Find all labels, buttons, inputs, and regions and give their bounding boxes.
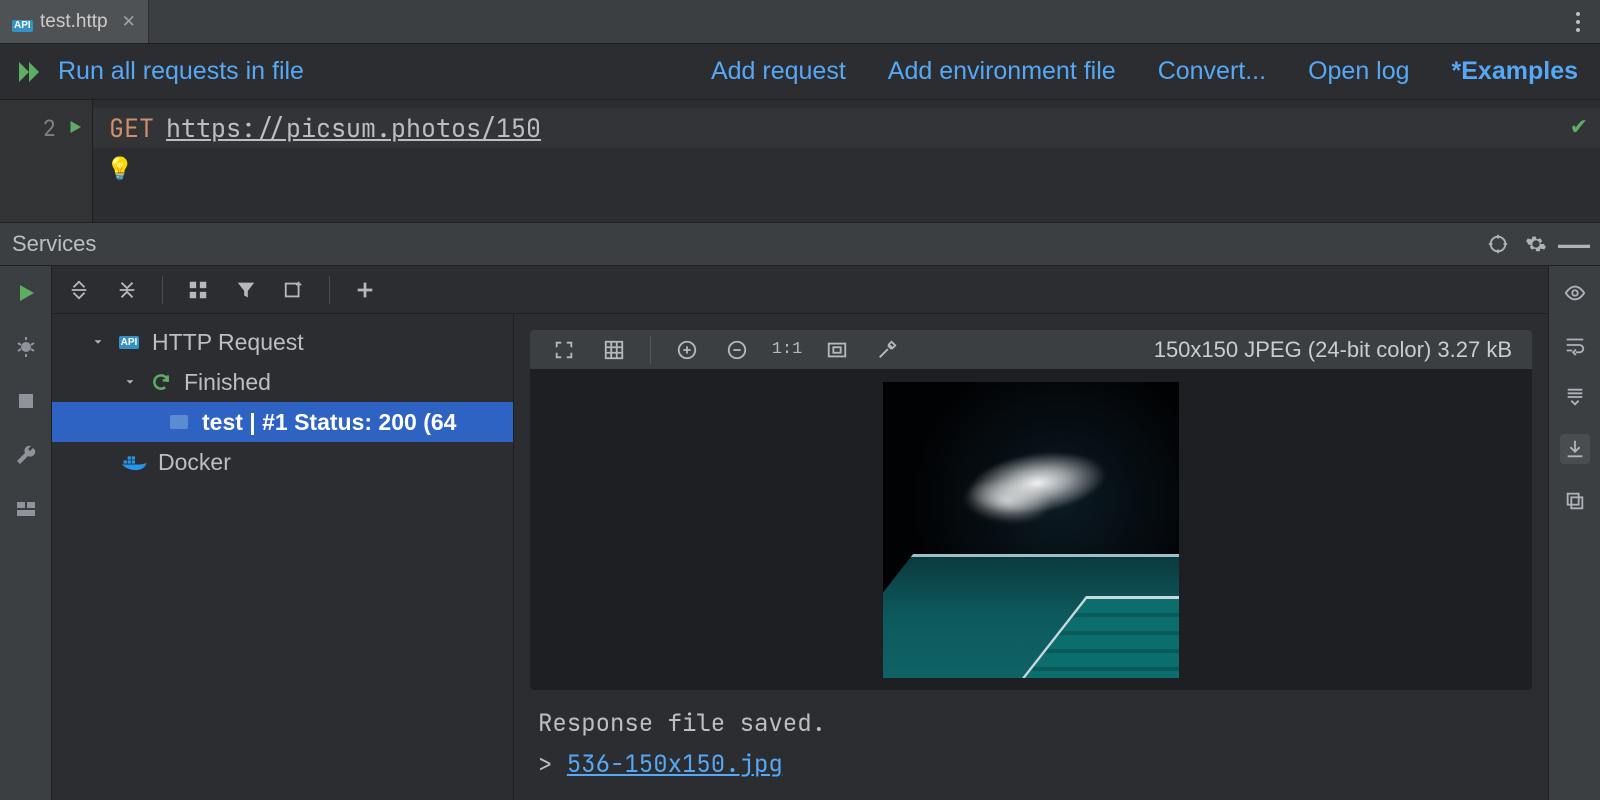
editor-gutter: 2 xyxy=(0,100,92,222)
collapse-all-icon[interactable] xyxy=(114,277,140,303)
zoom-in-icon[interactable] xyxy=(673,336,701,364)
console-line: Response file saved. xyxy=(538,704,1524,745)
toolbar-separator xyxy=(650,336,651,364)
editor-tab-test-http[interactable]: test.http ✕ xyxy=(0,0,149,43)
http-url: https://picsum.photos/150 xyxy=(166,111,541,145)
services-split: HTTP Request Finished test | #1 Status: xyxy=(52,314,1548,800)
examples-link[interactable]: *Examples xyxy=(1452,57,1578,86)
eye-icon[interactable] xyxy=(1560,278,1590,308)
run-line-icon[interactable] xyxy=(66,114,84,143)
expand-all-icon[interactable] xyxy=(66,277,92,303)
response-console[interactable]: Response file saved. > 536-150x150.jpg xyxy=(514,690,1548,800)
copy-icon[interactable] xyxy=(1560,486,1590,516)
tree-node-http-request[interactable]: HTTP Request xyxy=(52,322,513,362)
add-request-link[interactable]: Add request xyxy=(711,57,846,86)
console-line: > 536-150x150.jpg xyxy=(538,745,1524,786)
tree-label: Finished xyxy=(184,369,271,396)
add-env-file-link[interactable]: Add environment file xyxy=(888,57,1116,86)
chevron-down-icon xyxy=(90,335,106,349)
close-icon[interactable]: ✕ xyxy=(122,12,136,32)
refresh-icon xyxy=(148,371,174,393)
tree-label: test | #1 Status: 200 (64 xyxy=(202,409,456,436)
tree-label: HTTP Request xyxy=(152,329,304,356)
services-left-action-strip xyxy=(0,266,52,800)
open-new-tab-icon[interactable] xyxy=(281,277,307,303)
code-line-2: GET https://picsum.photos/150 xyxy=(93,108,1600,148)
tree-label: Docker xyxy=(158,449,231,476)
services-title-text: Services xyxy=(12,231,96,257)
tree-node-finished[interactable]: Finished xyxy=(52,362,513,402)
run-icon[interactable] xyxy=(11,278,41,308)
services-tree[interactable]: HTTP Request Finished test | #1 Status: xyxy=(52,314,514,800)
fullscreen-icon[interactable] xyxy=(550,336,578,364)
services-main: HTTP Request Finished test | #1 Status: xyxy=(52,266,1548,800)
http-method: GET xyxy=(109,111,154,145)
toolbar-separator xyxy=(162,276,163,304)
convert-link[interactable]: Convert... xyxy=(1158,57,1266,86)
console-prompt: > xyxy=(538,749,567,780)
response-file-link[interactable]: 536-150x150.jpg xyxy=(567,749,783,780)
zoom-out-icon[interactable] xyxy=(723,336,751,364)
services-content: 1:1 150x150 JPEG (24-bit color) 3.27 kB xyxy=(514,314,1548,800)
filter-icon[interactable] xyxy=(233,277,259,303)
toolbar-separator xyxy=(329,276,330,304)
image-viewer-canvas[interactable] xyxy=(530,370,1532,690)
chevron-down-icon xyxy=(122,375,138,389)
fit-to-window-icon[interactable] xyxy=(823,336,851,364)
actual-size-icon[interactable]: 1:1 xyxy=(773,336,801,364)
code-line-3: 💡 xyxy=(109,148,1584,188)
open-log-link[interactable]: Open log xyxy=(1308,57,1409,86)
editor-code-area[interactable]: GET https://picsum.photos/150 💡 ✔ xyxy=(92,100,1600,222)
editor-tabbar: test.http ✕ xyxy=(0,0,1600,44)
services-toolbar xyxy=(52,266,1548,314)
response-image xyxy=(883,382,1179,678)
services-toolwindow-title: Services — xyxy=(0,222,1600,266)
http-client-toolbar: Run all requests in file Add request Add… xyxy=(0,44,1600,100)
line-number: 2 xyxy=(43,114,56,143)
gutter-line-2: 2 xyxy=(43,108,92,148)
bug-icon[interactable] xyxy=(11,332,41,362)
layout-icon[interactable] xyxy=(11,494,41,524)
http-file-icon xyxy=(12,12,32,32)
tree-node-test-request[interactable]: test | #1 Status: 200 (64 xyxy=(52,402,513,442)
image-viewer-toolbar: 1:1 150x150 JPEG (24-bit color) 3.27 kB xyxy=(530,330,1532,370)
run-all-icon[interactable] xyxy=(14,57,44,87)
color-picker-icon[interactable] xyxy=(873,336,901,364)
group-by-icon[interactable] xyxy=(185,277,211,303)
image-info-text: 150x150 JPEG (24-bit color) 3.27 kB xyxy=(1154,337,1512,363)
add-icon[interactable] xyxy=(352,277,378,303)
http-editor: 2 GET https://picsum.photos/150 💡 ✔ xyxy=(0,100,1600,222)
request-file-icon xyxy=(166,411,192,433)
services-right-action-strip xyxy=(1548,266,1600,800)
wrench-icon[interactable] xyxy=(11,440,41,470)
kebab-icon xyxy=(1576,12,1580,32)
grid-icon[interactable] xyxy=(600,336,628,364)
gear-icon[interactable] xyxy=(1522,230,1550,258)
soft-wrap-icon[interactable] xyxy=(1560,330,1590,360)
services-body: HTTP Request Finished test | #1 Status: xyxy=(0,266,1600,800)
stop-icon[interactable] xyxy=(11,386,41,416)
inspection-ok-icon[interactable]: ✔ xyxy=(1570,112,1588,141)
target-icon[interactable] xyxy=(1484,230,1512,258)
tab-title: test.http xyxy=(40,11,108,33)
download-icon[interactable] xyxy=(1560,434,1590,464)
intention-bulb-icon[interactable]: 💡 xyxy=(109,157,131,179)
tab-overflow-menu[interactable] xyxy=(1556,0,1600,43)
run-all-link[interactable]: Run all requests in file xyxy=(58,57,304,86)
hide-panel-icon[interactable]: — xyxy=(1560,230,1588,258)
docker-icon xyxy=(122,451,148,473)
scroll-to-end-icon[interactable] xyxy=(1560,382,1590,412)
tree-node-docker[interactable]: Docker xyxy=(52,442,513,482)
http-request-icon xyxy=(116,331,142,353)
